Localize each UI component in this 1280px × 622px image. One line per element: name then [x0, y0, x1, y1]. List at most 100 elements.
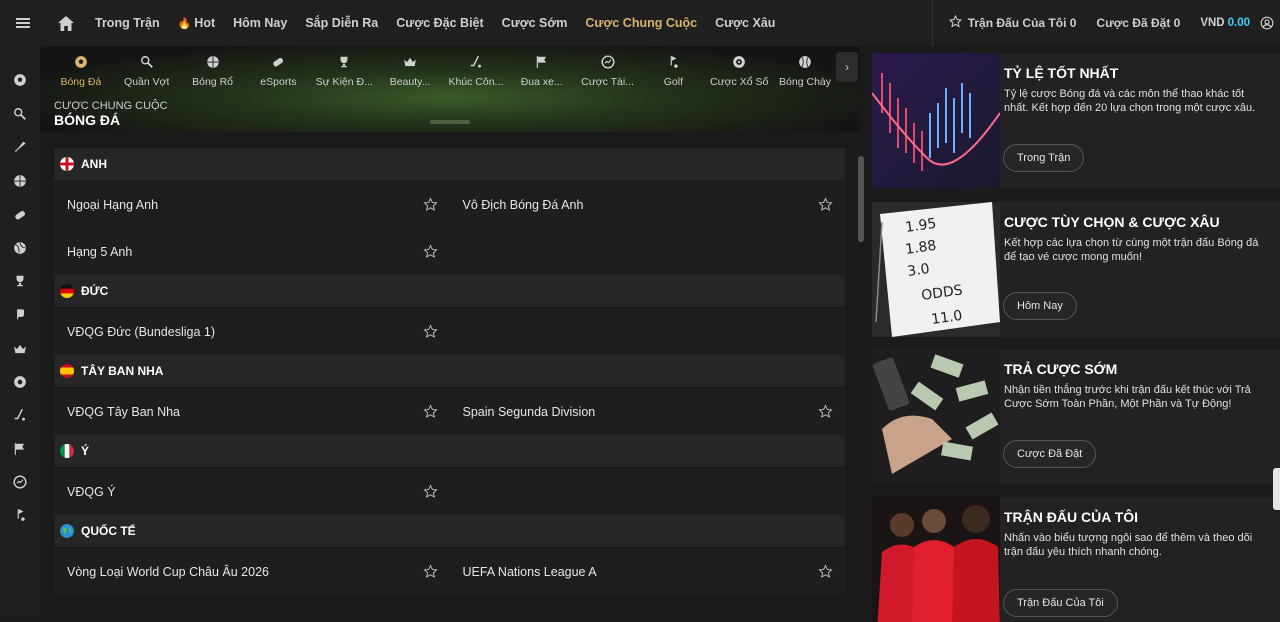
nav-hot[interactable]: 🔥 Hot [169, 0, 225, 46]
soccer-ball-icon[interactable] [12, 72, 28, 88]
basketball-icon[interactable] [12, 173, 28, 189]
league-name: Vô Địch Bóng Đá Anh [462, 197, 584, 212]
sport-tab[interactable]: Khúc Côn... [443, 50, 509, 92]
promo-today-button[interactable]: Hôm Nay [1003, 292, 1077, 320]
nav-outright[interactable]: Cược Chung Cuộc [576, 0, 706, 46]
flag-icon [60, 284, 74, 298]
side-drawer-tab[interactable] [1273, 468, 1280, 510]
league-item[interactable]: Ngoại Hạng Anh [54, 181, 450, 228]
field-line [430, 120, 470, 124]
sport-tab[interactable]: Cược Xổ Số [706, 50, 772, 92]
placed-bets-link[interactable]: Cược Đã Đặt 0 [1096, 16, 1180, 30]
star-icon[interactable] [818, 564, 833, 579]
menu-icon[interactable] [0, 0, 46, 46]
sport-tab-label: Bóng Chày [779, 76, 831, 88]
star-icon[interactable] [422, 404, 438, 419]
nav-live[interactable]: Trong Trận [86, 0, 169, 46]
basketball-icon [206, 52, 220, 72]
badminton-icon[interactable] [12, 139, 28, 155]
star-icon[interactable] [422, 564, 438, 579]
league-name: UEFA Nations League A [462, 564, 597, 579]
nav-upcoming[interactable]: Sắp Diễn Ra [296, 0, 387, 46]
home-icon[interactable] [46, 0, 86, 46]
nav-today[interactable]: Hôm Nay [224, 0, 296, 46]
chevron-right-icon[interactable]: › [836, 52, 858, 82]
flag-icon [60, 444, 74, 458]
league-item[interactable]: Hạng 5 Anh [54, 228, 450, 275]
sport-tab[interactable]: Cược Tài... [575, 50, 641, 92]
star-icon[interactable] [422, 244, 438, 259]
sport-tab[interactable]: Quần Vợt [114, 50, 180, 92]
promo-description: Kết hợp các lựa chọn từ cùng một trận đấ… [1004, 237, 1259, 263]
league-row: VĐQG Ý [54, 468, 845, 515]
league-name: Vòng Loại World Cup Châu Âu 2026 [67, 564, 269, 579]
star-icon[interactable] [422, 324, 438, 339]
sport-tab[interactable]: Đua xe... [509, 50, 575, 92]
ball-icon[interactable] [12, 374, 28, 390]
league-name: Spain Segunda Division [462, 404, 596, 419]
sport-tab-label: Golf [663, 76, 683, 88]
crown-icon[interactable] [12, 341, 28, 357]
promo-title: TRẢ CƯỢC SỚM [1004, 361, 1118, 377]
country-header[interactable]: ĐỨC [54, 275, 845, 308]
sport-tab[interactable]: Bóng Chày [772, 50, 838, 92]
league-item[interactable]: Vô Địch Bóng Đá Anh [450, 181, 846, 228]
esports-icon[interactable] [12, 207, 28, 223]
lottery-icon [732, 52, 746, 72]
empty-cell [450, 228, 846, 275]
nav-parlay[interactable]: Cược Xâu [706, 0, 784, 46]
trophy-icon [337, 52, 351, 72]
sport-tab-label: Khúc Côn... [448, 76, 504, 88]
country-header[interactable]: ANH [54, 148, 845, 181]
sports-tabs: Bóng Đá Quần Vợt Bóng Rổ eSports Sự Kiện Đ..… [48, 50, 838, 92]
balance[interactable]: VND 0.00 [1200, 17, 1250, 29]
nav-hot-label: Hot [194, 16, 216, 30]
league-item[interactable]: VĐQG Đức (Bundesliga 1) [54, 308, 450, 355]
user-icon[interactable] [1254, 16, 1280, 30]
sport-tab[interactable]: eSports [245, 50, 311, 92]
promo-live-button[interactable]: Trong Trận [1003, 144, 1085, 172]
finance-icon[interactable] [12, 474, 28, 490]
league-item[interactable]: VĐQG Ý [54, 468, 450, 515]
league-item[interactable]: VĐQG Tây Ban Nha [54, 388, 450, 435]
nav-early[interactable]: Cược Sớm [493, 0, 577, 46]
flame-icon: 🔥 [177, 17, 192, 30]
sport-tab[interactable]: Beauty... [377, 50, 443, 92]
nav-special[interactable]: Cược Đặc Biệt [387, 0, 492, 46]
racing-flag-icon[interactable] [12, 441, 28, 457]
scrollbar[interactable] [858, 156, 864, 242]
country-header[interactable]: Ý [54, 435, 845, 468]
star-icon[interactable] [818, 404, 833, 419]
tennis-icon[interactable] [12, 106, 28, 122]
league-row: Ngoại Hạng Anh Vô Địch Bóng Đá Anh [54, 181, 845, 228]
empty-cell [450, 468, 846, 515]
boxing-icon[interactable] [12, 306, 28, 322]
league-item[interactable]: Spain Segunda Division [450, 388, 846, 435]
star-icon[interactable] [422, 484, 438, 499]
sport-tab[interactable]: Sự Kiện Đ... [311, 50, 377, 92]
promo-description: Nhận tiền thắng trước khi trận đấu kết t… [1004, 384, 1251, 410]
hockey-icon[interactable] [12, 407, 28, 423]
sport-tab[interactable]: Golf [640, 50, 706, 92]
hero-subtitle: CƯỢC CHUNG CUỘC [54, 100, 168, 112]
sport-tab-label: Sự Kiện Đ... [315, 76, 373, 88]
country-header[interactable]: QUỐC TẾ [54, 515, 845, 548]
trophy-icon[interactable] [12, 273, 28, 289]
promo-my-matches-button[interactable]: Trận Đấu Của Tôi [1003, 589, 1118, 617]
league-item[interactable]: Vòng Loại World Cup Châu Âu 2026 [54, 548, 450, 595]
empty-cell [450, 308, 846, 355]
my-matches-link[interactable]: Trận Đấu Của Tôi 0 [948, 14, 1076, 31]
star-icon[interactable] [422, 197, 438, 212]
baseball-icon [798, 52, 812, 72]
sport-tab[interactable]: Bóng Đá [48, 50, 114, 92]
league-item[interactable]: UEFA Nations League A [450, 548, 846, 595]
golf-icon[interactable] [12, 507, 28, 523]
sport-tab-label: Beauty... [389, 76, 431, 88]
sport-tab[interactable]: Bóng Rổ [180, 50, 246, 92]
promo-placed-bets-button[interactable]: Cược Đã Đặt [1003, 440, 1097, 468]
country-header[interactable]: TÂY BAN NHA [54, 355, 845, 388]
racing-flag-icon [535, 52, 549, 72]
page-title: BÓNG ĐÁ [54, 112, 121, 128]
volleyball-icon[interactable] [12, 240, 28, 256]
star-icon[interactable] [818, 197, 833, 212]
